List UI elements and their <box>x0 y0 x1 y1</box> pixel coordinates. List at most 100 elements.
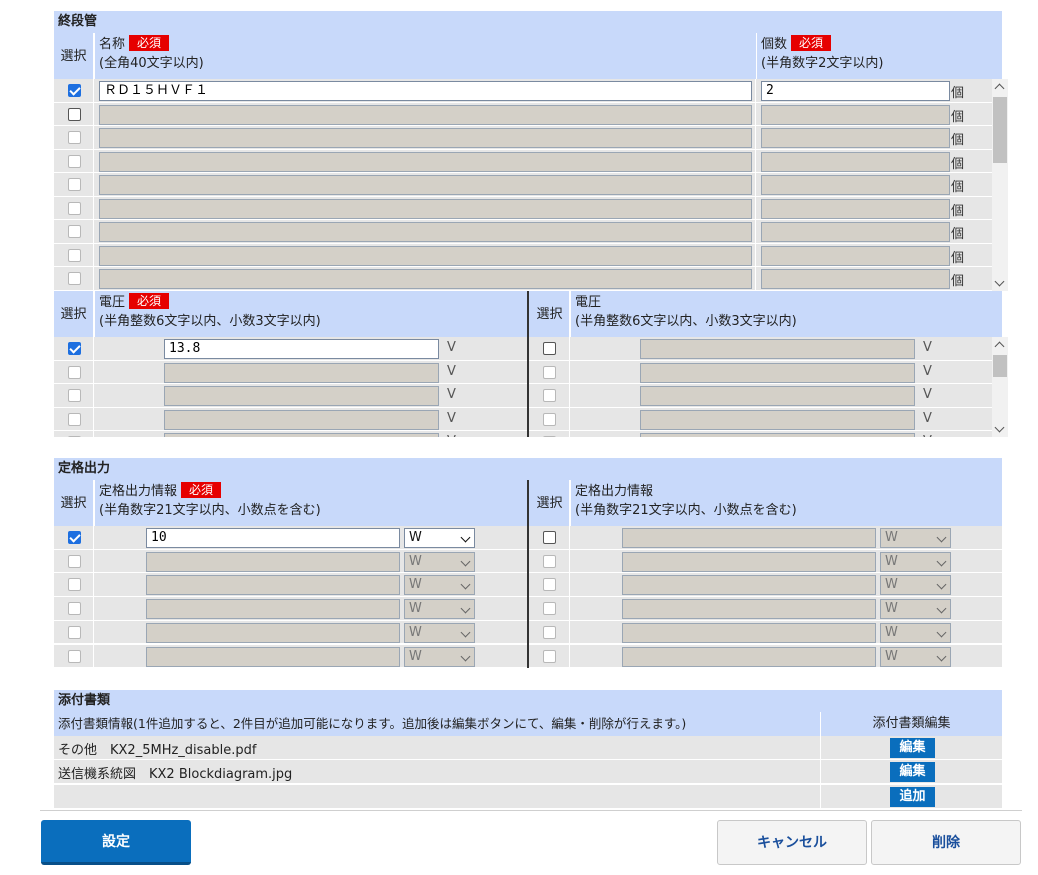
count-input[interactable] <box>761 151 950 172</box>
select-checkbox[interactable] <box>68 107 81 121</box>
select-checkbox[interactable] <box>68 412 81 426</box>
add-button[interactable]: 追加 <box>890 787 935 807</box>
rated-output-input-2[interactable] <box>622 575 876 596</box>
rated-output-input[interactable] <box>146 599 400 620</box>
scroll-up-icon[interactable] <box>994 341 1005 352</box>
required-badge: 必須 <box>181 482 222 498</box>
scrollbar-thumb[interactable] <box>993 355 1007 377</box>
unit-select[interactable]: W <box>404 528 475 548</box>
rated-output-input-2[interactable] <box>622 622 876 643</box>
rated-output-input-2[interactable] <box>622 528 876 548</box>
set-button[interactable]: 設定 <box>41 820 191 865</box>
rated-output-input[interactable] <box>146 551 400 572</box>
rated-output-input[interactable] <box>146 622 400 643</box>
unit-select[interactable]: W <box>880 528 951 548</box>
count-input[interactable] <box>761 245 950 266</box>
select-checkbox[interactable] <box>543 649 556 663</box>
voltage-input[interactable] <box>164 409 439 430</box>
select-checkbox[interactable] <box>68 342 81 355</box>
select-checkbox[interactable] <box>68 248 81 262</box>
select-checkbox[interactable] <box>543 602 556 616</box>
select-checkbox[interactable] <box>68 625 81 639</box>
name-input[interactable] <box>99 222 752 242</box>
select-checkbox[interactable] <box>68 531 81 544</box>
final-stage-scrollbar[interactable] <box>992 79 1008 291</box>
unit-label: 個 <box>951 203 965 219</box>
rated-output-input[interactable]: 10 <box>146 528 400 548</box>
voltage-input-2[interactable] <box>640 362 915 383</box>
unit-select[interactable]: W <box>880 599 951 620</box>
select-checkbox[interactable] <box>68 178 81 191</box>
unit-select[interactable]: W <box>404 599 475 620</box>
count-input[interactable] <box>761 175 950 195</box>
unit-select[interactable]: W <box>880 551 951 572</box>
select-checkbox[interactable] <box>543 578 556 592</box>
select-checkbox[interactable] <box>543 412 556 426</box>
name-input[interactable] <box>99 104 752 125</box>
select-checkbox[interactable] <box>543 531 556 544</box>
name-input[interactable] <box>99 245 752 266</box>
unit-select[interactable]: W <box>404 551 475 572</box>
voltage-input[interactable]: 13.8 <box>164 339 439 359</box>
voltage-scrollbar[interactable] <box>992 337 1008 437</box>
unit-select[interactable]: W <box>404 622 475 643</box>
unit-select[interactable]: W <box>404 575 475 596</box>
select-checkbox[interactable] <box>543 342 556 355</box>
count-input[interactable] <box>761 222 950 242</box>
name-input[interactable] <box>99 175 752 195</box>
select-checkbox[interactable] <box>543 365 556 379</box>
select-checkbox[interactable] <box>68 272 81 285</box>
select-checkbox[interactable] <box>68 554 81 568</box>
name-input[interactable] <box>99 151 752 172</box>
count-input[interactable] <box>761 128 950 148</box>
voltage-input-2[interactable] <box>640 339 915 359</box>
voltage-input[interactable] <box>164 386 439 406</box>
scroll-down-icon[interactable] <box>994 422 1005 433</box>
delete-button[interactable]: 削除 <box>871 820 1021 865</box>
unit-select[interactable]: W <box>880 622 951 643</box>
scroll-up-icon[interactable] <box>994 83 1005 94</box>
select-checkbox[interactable] <box>68 389 81 402</box>
rated-output-input-2[interactable] <box>622 599 876 620</box>
name-input[interactable] <box>99 198 752 219</box>
select-checkbox[interactable] <box>543 436 556 437</box>
scrollbar-thumb[interactable] <box>993 97 1007 163</box>
select-checkbox[interactable] <box>68 154 81 168</box>
select-checkbox[interactable] <box>68 578 81 592</box>
rated-output-input[interactable] <box>146 575 400 596</box>
voltage-input-2[interactable] <box>640 409 915 430</box>
rated-output-input-2[interactable] <box>622 551 876 572</box>
name-input[interactable] <box>99 128 752 148</box>
count-input[interactable] <box>761 198 950 219</box>
cancel-button[interactable]: キャンセル <box>717 820 867 865</box>
select-checkbox[interactable] <box>68 365 81 379</box>
rated-output-input-2[interactable] <box>622 646 876 667</box>
voltage-input-2[interactable] <box>640 386 915 406</box>
rated-output-input[interactable] <box>146 646 400 667</box>
name-input[interactable] <box>99 269 752 289</box>
count-input[interactable] <box>761 104 950 125</box>
select-checkbox[interactable] <box>68 201 81 215</box>
voltage-input-2[interactable] <box>640 433 915 437</box>
voltage-input[interactable] <box>164 362 439 383</box>
select-checkbox[interactable] <box>68 436 81 437</box>
count-input[interactable] <box>761 269 950 289</box>
select-checkbox[interactable] <box>68 602 81 616</box>
unit-select[interactable]: W <box>880 646 951 667</box>
select-checkbox[interactable] <box>68 131 81 144</box>
count-input[interactable]: 2 <box>761 81 950 101</box>
select-checkbox[interactable] <box>68 225 81 238</box>
select-checkbox[interactable] <box>68 84 81 97</box>
select-checkbox[interactable] <box>68 649 81 663</box>
select-checkbox[interactable] <box>543 389 556 402</box>
select-checkbox[interactable] <box>543 554 556 568</box>
unit-select[interactable]: W <box>880 575 951 596</box>
scroll-down-icon[interactable] <box>994 276 1005 287</box>
select-checkbox[interactable] <box>543 625 556 639</box>
voltage-input[interactable] <box>164 433 439 437</box>
attachments-edit-header: 添付書類編集 <box>820 712 1002 736</box>
edit-button[interactable]: 編集 <box>890 762 935 782</box>
name-input[interactable]: ＲＤ１５ＨＶＦ１ <box>99 81 752 101</box>
unit-select[interactable]: W <box>404 646 475 667</box>
edit-button[interactable]: 編集 <box>890 738 935 758</box>
